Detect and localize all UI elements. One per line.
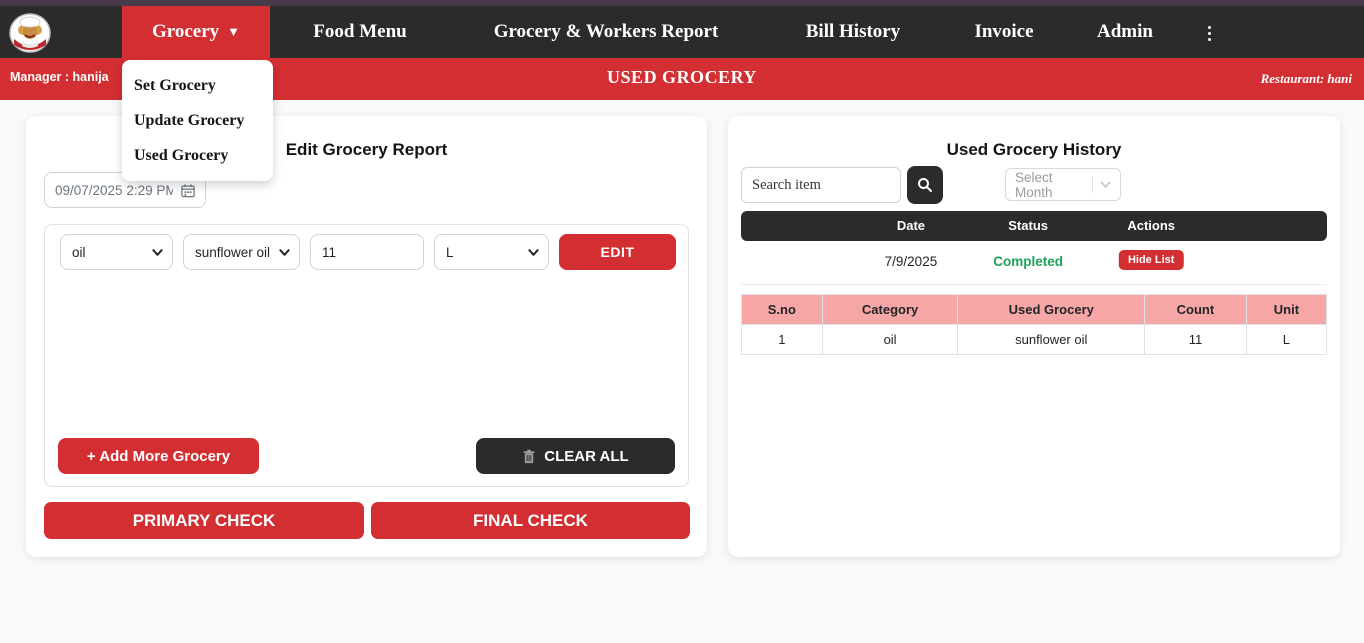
history-title: Used Grocery History — [728, 140, 1340, 160]
count-input[interactable] — [310, 234, 424, 270]
table-row: 1 oil sunflower oil 11 L — [742, 325, 1327, 355]
grocery-edit-row: oil sunflower oil L EDIT — [60, 234, 676, 270]
th-sno: S.no — [742, 295, 823, 325]
datetime-input[interactable] — [55, 183, 173, 198]
cell-category: oil — [822, 325, 958, 355]
month-select[interactable]: Select Month — [1005, 168, 1121, 201]
edit-button[interactable]: EDIT — [559, 234, 676, 270]
nav-item-grocery[interactable]: Grocery ▼ — [122, 6, 270, 58]
history-list-header: Date Status Actions — [741, 211, 1327, 241]
entry-status: Completed — [993, 254, 1063, 269]
chevron-down-icon — [152, 247, 163, 258]
chevron-down-icon — [1100, 179, 1111, 190]
grocery-dropdown-menu: Set Grocery Update Grocery Used Grocery — [122, 60, 273, 181]
month-select-placeholder: Select Month — [1015, 170, 1085, 200]
search-icon — [917, 177, 933, 193]
kebab-menu-icon[interactable] — [1202, 22, 1216, 44]
used-grocery-table: S.no Category Used Grocery Count Unit 1 … — [741, 294, 1327, 355]
nav-item-grocery-workers-report[interactable]: Grocery & Workers Report — [473, 6, 739, 58]
search-button[interactable] — [907, 166, 943, 204]
th-unit: Unit — [1246, 295, 1326, 325]
primary-check-button[interactable]: PRIMARY CHECK — [44, 502, 364, 539]
menu-item-used-grocery[interactable]: Used Grocery — [122, 138, 273, 173]
cell-unit: L — [1246, 325, 1326, 355]
unit-select-value: L — [446, 245, 454, 260]
cell-used: sunflower oil — [958, 325, 1145, 355]
edit-grocery-report-card: Edit Grocery Report oil sunflower oil — [26, 116, 707, 557]
nav-item-label: Bill History — [806, 21, 900, 43]
select-divider — [1092, 177, 1093, 193]
item-select-value: sunflower oil — [195, 245, 270, 260]
trash-icon — [522, 449, 536, 464]
chevron-down-icon — [528, 247, 539, 258]
table-header-row: S.no Category Used Grocery Count Unit — [742, 295, 1327, 325]
item-select[interactable]: sunflower oil — [183, 234, 300, 270]
nav-item-label: Grocery — [152, 21, 219, 43]
restaurant-label: Restaurant: hani — [1261, 71, 1352, 87]
unit-select[interactable]: L — [434, 234, 549, 270]
grocery-rows-panel: oil sunflower oil L EDIT + Add More Gro — [44, 224, 689, 487]
calendar-icon — [181, 183, 195, 198]
nav-item-bill-history[interactable]: Bill History — [795, 6, 911, 58]
nav-item-label: Food Menu — [313, 21, 406, 43]
top-navbar: Grocery ▼ Food Menu Grocery & Workers Re… — [0, 6, 1364, 58]
final-check-button[interactable]: FINAL CHECK — [371, 502, 690, 539]
header-actions: Actions — [1127, 218, 1175, 233]
header-date: Date — [897, 218, 925, 233]
clear-all-label: CLEAR ALL — [544, 448, 628, 465]
chevron-down-icon — [279, 247, 290, 258]
cell-sno: 1 — [742, 325, 823, 355]
header-status: Status — [1008, 218, 1048, 233]
category-select-value: oil — [72, 245, 86, 260]
menu-item-update-grocery[interactable]: Update Grocery — [122, 103, 273, 138]
clear-all-button[interactable]: CLEAR ALL — [476, 438, 675, 474]
nav-item-label: Grocery & Workers Report — [494, 21, 719, 43]
entry-date: 7/9/2025 — [885, 254, 938, 269]
caret-down-icon: ▼ — [227, 24, 240, 40]
restaurant-logo[interactable] — [8, 13, 52, 53]
nav-item-label: Invoice — [974, 21, 1033, 43]
cell-count: 11 — [1145, 325, 1247, 355]
add-more-grocery-button[interactable]: + Add More Grocery — [58, 438, 259, 474]
hide-list-button[interactable]: Hide List — [1119, 250, 1183, 270]
th-count: Count — [1145, 295, 1247, 325]
nav-item-invoice[interactable]: Invoice — [967, 6, 1041, 58]
th-used: Used Grocery — [958, 295, 1145, 325]
row-divider — [741, 284, 1327, 285]
category-select[interactable]: oil — [60, 234, 173, 270]
chef-logo-icon — [8, 13, 52, 53]
th-category: Category — [822, 295, 958, 325]
history-entry-row: 7/9/2025 Completed Hide List — [741, 241, 1327, 284]
used-grocery-history-card: Used Grocery History Select Month Date S… — [728, 116, 1340, 557]
menu-item-set-grocery[interactable]: Set Grocery — [122, 68, 273, 103]
nav-item-label: Admin — [1097, 21, 1153, 43]
search-input[interactable] — [741, 167, 901, 203]
nav-item-admin[interactable]: Admin — [1092, 6, 1158, 58]
nav-item-food-menu[interactable]: Food Menu — [304, 6, 416, 58]
